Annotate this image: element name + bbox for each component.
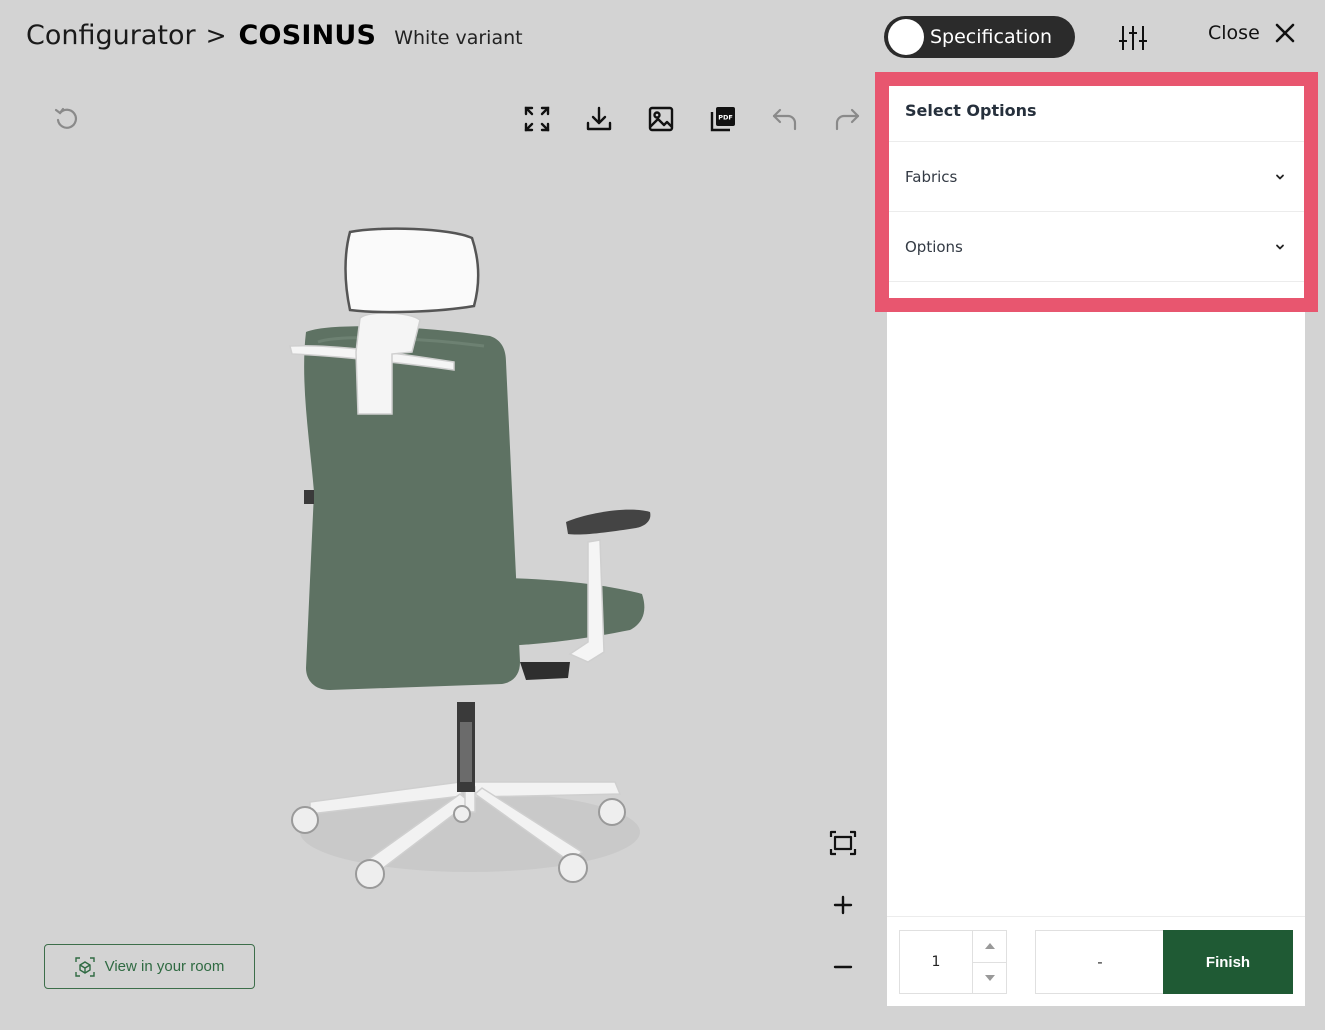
close-label: Close [1208, 22, 1260, 44]
panel-footer: - Finish [887, 916, 1305, 1006]
zoom-in-icon[interactable] [828, 890, 858, 920]
finish-button[interactable]: Finish [1163, 930, 1293, 994]
variant-name: White variant [394, 27, 523, 49]
panel-title: Select Options [905, 101, 1037, 120]
reset-icon[interactable] [52, 104, 82, 134]
toggle-knob [888, 19, 924, 55]
options-panel: Select Options Fabrics Options [887, 82, 1305, 1006]
accordion-label: Fabrics [905, 167, 958, 186]
breadcrumb-separator: > [205, 21, 227, 50]
chevron-down-icon [1276, 174, 1284, 179]
price-display: - [1035, 930, 1165, 994]
close-button[interactable]: Close [1208, 22, 1296, 44]
image-icon[interactable] [646, 104, 676, 134]
configurator-page: Configurator > COSINUS White variant Spe… [0, 0, 1325, 1030]
chair-3d-model[interactable] [270, 222, 670, 902]
fullscreen-icon[interactable] [522, 104, 552, 134]
chevron-down-icon [1276, 244, 1284, 249]
breadcrumb-root[interactable]: Configurator [26, 20, 196, 51]
quantity-input[interactable] [900, 931, 972, 993]
view-in-room-label: View in your room [104, 958, 225, 975]
ar-cube-icon [74, 956, 95, 977]
sliders-icon[interactable] [1117, 24, 1149, 52]
accordion-options[interactable]: Options [887, 212, 1305, 282]
view-in-room-button[interactable]: View in your room [44, 944, 255, 989]
close-icon [1275, 23, 1295, 43]
download-icon[interactable] [584, 104, 614, 134]
fit-view-icon[interactable] [828, 828, 858, 858]
specification-toggle[interactable]: Specification [884, 16, 1075, 58]
breadcrumb: Configurator > COSINUS White variant [26, 20, 523, 51]
caret-up-icon [984, 943, 995, 950]
accordion-fabrics[interactable]: Fabrics [887, 142, 1305, 212]
accordion-label: Options [905, 237, 963, 256]
quantity-stepper [899, 930, 1007, 994]
undo-icon[interactable] [770, 104, 800, 134]
quantity-decrement-button[interactable] [973, 961, 1006, 994]
redo-icon[interactable] [832, 104, 862, 134]
zoom-out-icon[interactable] [828, 952, 858, 982]
specification-label: Specification [930, 26, 1052, 48]
quantity-steps [972, 931, 1006, 993]
product-name: COSINUS [238, 20, 377, 51]
quantity-increment-button[interactable] [973, 931, 1006, 962]
pdf-icon[interactable]: PDF [708, 104, 738, 134]
panel-header: Select Options [887, 82, 1305, 142]
caret-down-icon [984, 974, 995, 981]
svg-text:PDF: PDF [718, 114, 733, 122]
